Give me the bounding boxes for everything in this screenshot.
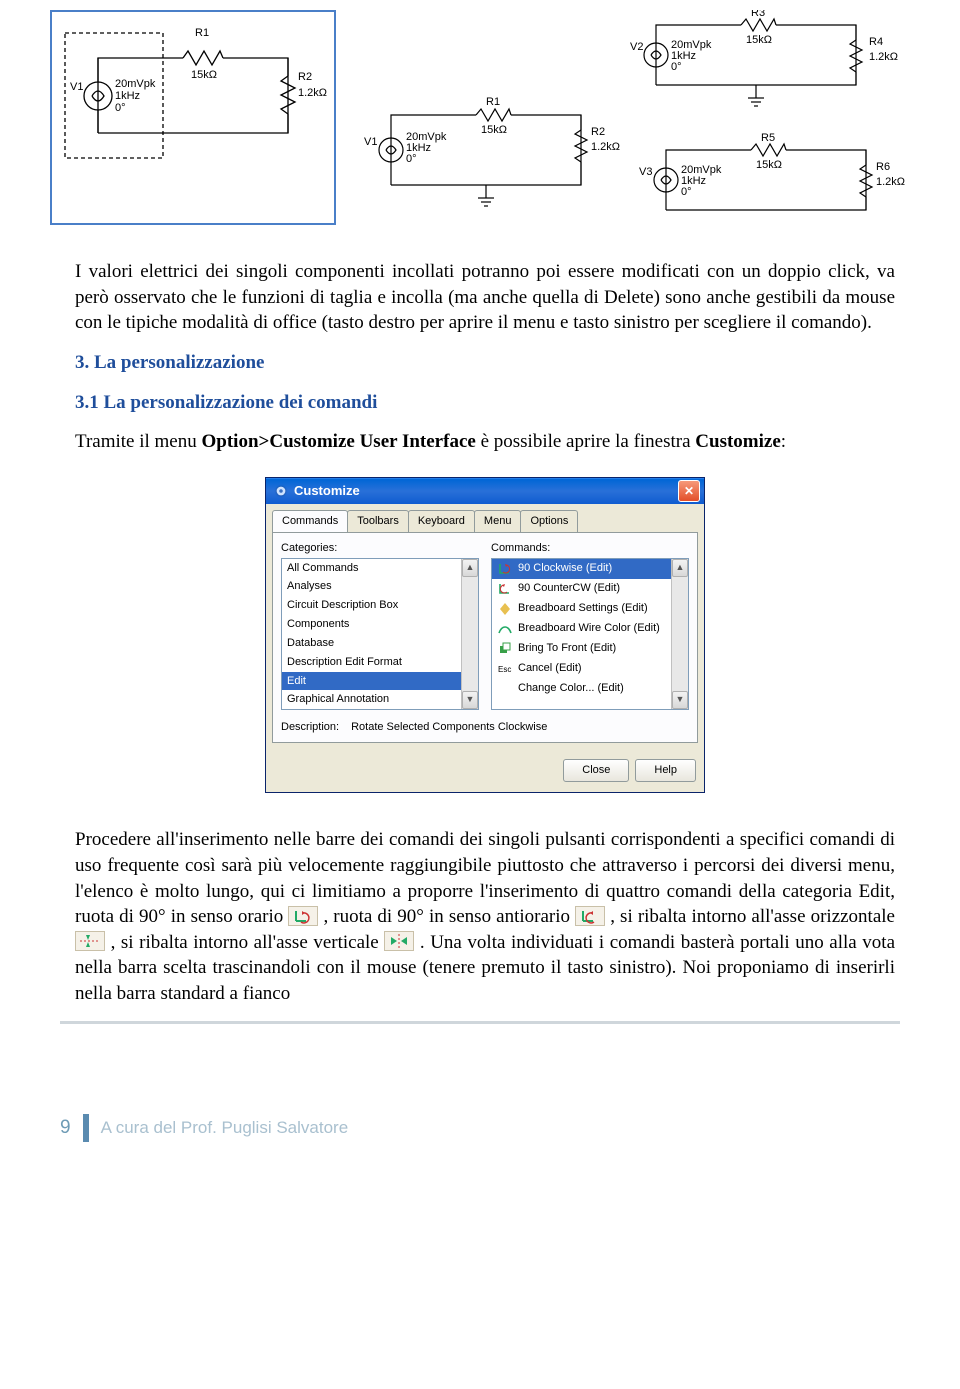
paragraph-1: I valori elettrici dei singoli component… bbox=[75, 259, 895, 336]
scroll-down-icon[interactable]: ▼ bbox=[462, 691, 478, 709]
category-item[interactable]: Graphical Annotation bbox=[282, 690, 478, 709]
scroll-down-icon[interactable]: ▼ bbox=[672, 691, 688, 709]
svg-text:0°: 0° bbox=[681, 186, 692, 198]
circuit-group-right: V2 20mVpk1kHz0° R315kΩ R41.2kΩ V1 20mVpk… bbox=[356, 10, 906, 225]
scroll-up-icon[interactable]: ▲ bbox=[462, 559, 478, 577]
category-item[interactable]: Edit bbox=[282, 672, 478, 691]
esc-icon: Esc bbox=[497, 661, 513, 677]
svg-text:R6: R6 bbox=[876, 161, 890, 173]
rotate-cw-icon bbox=[288, 906, 318, 926]
flip-horizontal-icon bbox=[75, 931, 105, 951]
svg-text:0°: 0° bbox=[115, 102, 126, 114]
svg-text:R2: R2 bbox=[298, 71, 312, 83]
category-item[interactable]: Description Edit Format bbox=[282, 653, 478, 672]
tab-options[interactable]: Options bbox=[520, 510, 578, 532]
svg-text:R5: R5 bbox=[761, 132, 775, 144]
wire-icon bbox=[497, 621, 513, 637]
footer-divider bbox=[83, 1114, 89, 1142]
svg-text:Esc: Esc bbox=[498, 665, 511, 674]
svg-text:1.2kΩ: 1.2kΩ bbox=[591, 141, 620, 153]
svg-text:V2: V2 bbox=[630, 41, 643, 53]
dialog-tabs: Commands Toolbars Keyboard Menu Options bbox=[266, 504, 704, 532]
description-label: Description: bbox=[281, 720, 339, 735]
svg-text:1.2kΩ: 1.2kΩ bbox=[869, 51, 898, 63]
paragraph-2: Tramite il menu Option>Customize User In… bbox=[75, 429, 895, 455]
dialog-titlebar[interactable]: Customize ✕ bbox=[266, 478, 704, 504]
front-icon bbox=[497, 641, 513, 657]
category-item[interactable]: All Commands bbox=[282, 559, 478, 578]
scrollbar[interactable]: ▲ ▼ bbox=[461, 559, 478, 709]
commands-listbox[interactable]: 90 Clockwise (Edit)90 CounterCW (Edit)Br… bbox=[491, 558, 689, 710]
svg-text:0°: 0° bbox=[671, 61, 682, 73]
page-number: 9 bbox=[60, 1117, 71, 1139]
command-item[interactable]: 90 CounterCW (Edit) bbox=[492, 579, 688, 599]
svg-text:20mVpk: 20mVpk bbox=[115, 78, 156, 90]
svg-text:15kΩ: 15kΩ bbox=[746, 34, 772, 46]
heading-3-1: 3.1 La personalizzazione dei comandi bbox=[75, 390, 895, 416]
help-button[interactable]: Help bbox=[635, 759, 696, 782]
customize-dialog: Customize ✕ Commands Toolbars Keyboard M… bbox=[265, 477, 705, 793]
svg-text:15kΩ: 15kΩ bbox=[191, 69, 217, 81]
category-item[interactable]: Database bbox=[282, 634, 478, 653]
svg-text:R1: R1 bbox=[195, 27, 209, 39]
svg-text:1kHz: 1kHz bbox=[115, 90, 140, 102]
circuit-a: V1 20mVpk 1kHz 0° R1 15kΩ R2 1.2kΩ bbox=[50, 10, 336, 225]
command-item[interactable]: Breadboard Wire Color (Edit) bbox=[492, 619, 688, 639]
page-footer: 9 A cura del Prof. Puglisi Salvatore bbox=[0, 1114, 960, 1154]
svg-text:V3: V3 bbox=[639, 166, 652, 178]
commands-label: Commands: bbox=[491, 541, 689, 556]
category-item[interactable]: Components bbox=[282, 615, 478, 634]
categories-label: Categories: bbox=[281, 541, 479, 556]
command-item[interactable]: Breadboard Settings (Edit) bbox=[492, 599, 688, 619]
svg-text:V1: V1 bbox=[364, 136, 377, 148]
ccw-icon bbox=[497, 581, 513, 597]
command-item[interactable]: 90 Clockwise (Edit) bbox=[492, 559, 688, 579]
scrollbar[interactable]: ▲ ▼ bbox=[671, 559, 688, 709]
tab-menu[interactable]: Menu bbox=[474, 510, 522, 532]
svg-text:0°: 0° bbox=[406, 153, 417, 165]
footer-rule bbox=[60, 1021, 900, 1024]
svg-text:R3: R3 bbox=[751, 10, 765, 19]
scroll-up-icon[interactable]: ▲ bbox=[672, 559, 688, 577]
tab-toolbars[interactable]: Toolbars bbox=[347, 510, 409, 532]
category-item[interactable]: Circuit Description Box bbox=[282, 596, 478, 615]
command-item[interactable]: EscCancel (Edit) bbox=[492, 659, 688, 679]
rotate-ccw-icon bbox=[575, 906, 605, 926]
category-item[interactable]: Analyses bbox=[282, 577, 478, 596]
close-icon[interactable]: ✕ bbox=[678, 480, 700, 502]
svg-text:1.2kΩ: 1.2kΩ bbox=[298, 87, 327, 99]
diamond-icon bbox=[497, 601, 513, 617]
flip-vertical-icon bbox=[384, 931, 414, 951]
svg-text:15kΩ: 15kΩ bbox=[481, 124, 507, 136]
svg-text:R4: R4 bbox=[869, 36, 883, 48]
circuit-diagrams-row: V1 20mVpk 1kHz 0° R1 15kΩ R2 1.2kΩ bbox=[0, 0, 960, 245]
command-item[interactable]: Bring To Front (Edit) bbox=[492, 639, 688, 659]
svg-text:R2: R2 bbox=[591, 126, 605, 138]
description-text: Rotate Selected Components Clockwise bbox=[351, 720, 547, 735]
svg-text:R1: R1 bbox=[486, 96, 500, 108]
cw-icon bbox=[497, 561, 513, 577]
close-button[interactable]: Close bbox=[563, 759, 629, 782]
footer-credit: A cura del Prof. Puglisi Salvatore bbox=[101, 1118, 349, 1138]
command-item[interactable]: Change Color... (Edit) bbox=[492, 679, 688, 699]
blank-icon bbox=[497, 681, 513, 697]
paragraph-3: Procedere all'inserimento nelle barre de… bbox=[75, 827, 895, 1006]
categories-listbox[interactable]: All CommandsAnalysesCircuit Description … bbox=[281, 558, 479, 710]
gear-icon bbox=[274, 484, 288, 498]
heading-3: 3. La personalizzazione bbox=[75, 350, 895, 376]
svg-text:15kΩ: 15kΩ bbox=[756, 159, 782, 171]
svg-text:V1: V1 bbox=[70, 81, 83, 93]
tab-commands[interactable]: Commands bbox=[272, 510, 348, 532]
tab-keyboard[interactable]: Keyboard bbox=[408, 510, 475, 532]
dialog-title: Customize bbox=[294, 482, 360, 500]
svg-text:1.2kΩ: 1.2kΩ bbox=[876, 176, 905, 188]
